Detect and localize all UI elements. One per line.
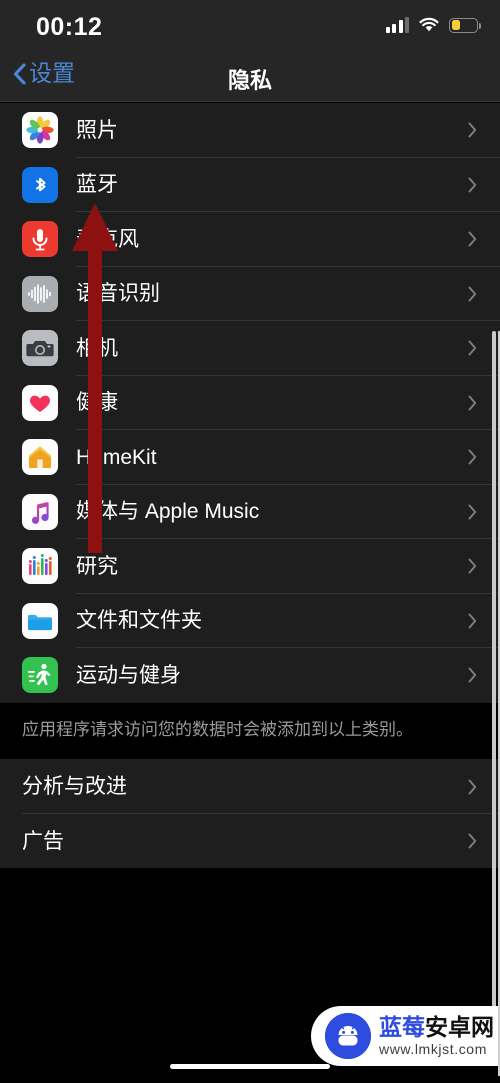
list-item-bluetooth[interactable]: 蓝牙 xyxy=(0,158,500,212)
list-item-files-and-folders[interactable]: 文件和文件夹 xyxy=(0,594,500,648)
home-indicator-bar[interactable] xyxy=(170,1064,330,1069)
watermark-title-suffix: 安卓网 xyxy=(425,1014,494,1040)
bluetooth-app-icon xyxy=(22,166,58,203)
camera-app-icon xyxy=(22,330,58,366)
blueberry-android-logo-icon xyxy=(325,1013,371,1059)
phone-screen: 00:12 设置 隐私 照片 蓝牙 麦克风 语音识别 相机 健康 HomeKit… xyxy=(0,0,500,1083)
speech-recognition-icon xyxy=(22,275,58,312)
chevron-right-icon xyxy=(468,779,477,795)
list-item-label: 麦克风 xyxy=(76,227,139,251)
list-item-label: 研究 xyxy=(76,554,118,578)
files-app-icon xyxy=(22,602,58,639)
chevron-right-icon xyxy=(468,449,477,465)
watermark-url: www.lmkjst.com xyxy=(379,1041,487,1057)
list-item-analytics-improvements[interactable]: 分析与改进 xyxy=(0,759,500,814)
chevron-right-icon xyxy=(468,395,477,411)
list-item-label: 蓝牙 xyxy=(76,173,118,197)
chevron-right-icon xyxy=(468,231,477,247)
chevron-right-icon xyxy=(468,667,477,683)
battery-low-power-icon xyxy=(449,17,481,33)
section-footer-note: 应用程序请求访问您的数据时会被添加到以上类别。 xyxy=(0,702,500,760)
list-item-health[interactable]: 健康 xyxy=(0,376,500,430)
homekit-app-icon xyxy=(22,439,58,475)
navigation-bar: 设置 隐私 xyxy=(0,52,500,102)
list-item-label: 照片 xyxy=(76,118,118,142)
vertical-scrollbar[interactable] xyxy=(492,331,496,1031)
page-title: 隐私 xyxy=(227,68,272,93)
status-bar: 00:12 xyxy=(0,0,500,52)
list-item-microphone[interactable]: 麦克风 xyxy=(0,212,500,267)
list-item-homekit[interactable]: HomeKit xyxy=(0,430,500,485)
wifi-icon xyxy=(418,17,440,33)
chevron-right-icon xyxy=(468,122,477,138)
chevron-right-icon xyxy=(468,558,477,574)
music-app-icon xyxy=(22,493,58,530)
watermark-logo: 蓝莓安卓网 www.lmkjst.com xyxy=(311,1006,500,1066)
list-item-label: 媒体与 Apple Music xyxy=(76,500,260,524)
photos-app-icon xyxy=(22,112,58,148)
list-item-label: 相机 xyxy=(76,336,118,360)
list-item-research[interactable]: 研究 xyxy=(0,539,500,594)
chevron-right-icon xyxy=(468,286,477,302)
privacy-categories-group: 照片 蓝牙 麦克风 语音识别 相机 健康 HomeKit 媒体与 Apple M… xyxy=(0,103,500,703)
privacy-settings-group: 分析与改进 广告 xyxy=(0,759,500,869)
list-item-label: HomeKit xyxy=(76,445,157,469)
watermark-title-brand: 蓝莓 xyxy=(379,1014,425,1040)
list-item-label: 健康 xyxy=(76,391,118,415)
list-item-label: 语音识别 xyxy=(76,282,160,306)
watermark-text: 蓝莓安卓网 www.lmkjst.com xyxy=(379,1014,494,1057)
list-item-label: 运动与健身 xyxy=(76,663,181,687)
list-item-label: 广告 xyxy=(22,829,64,853)
list-item-label: 分析与改进 xyxy=(22,775,127,799)
chevron-right-icon xyxy=(468,504,477,520)
list-item-label: 文件和文件夹 xyxy=(76,609,202,633)
motion-fitness-icon xyxy=(22,657,58,693)
research-app-icon xyxy=(22,548,58,584)
chevron-right-icon xyxy=(468,340,477,356)
cellular-signal-icon xyxy=(385,17,409,33)
health-app-icon xyxy=(22,384,58,421)
status-time: 00:12 xyxy=(36,13,103,41)
list-item-photos[interactable]: 照片 xyxy=(0,103,500,158)
list-item-advertising[interactable]: 广告 xyxy=(0,814,500,869)
chevron-right-icon xyxy=(468,177,477,193)
status-indicators xyxy=(385,17,481,33)
list-item-camera[interactable]: 相机 xyxy=(0,321,500,376)
list-item-motion-and-fitness[interactable]: 运动与健身 xyxy=(0,648,500,703)
list-item-speech-recognition[interactable]: 语音识别 xyxy=(0,267,500,321)
microphone-app-icon xyxy=(22,221,58,257)
list-item-media-apple-music[interactable]: 媒体与 Apple Music xyxy=(0,485,500,539)
chevron-right-icon xyxy=(468,833,477,849)
chevron-right-icon xyxy=(468,613,477,629)
